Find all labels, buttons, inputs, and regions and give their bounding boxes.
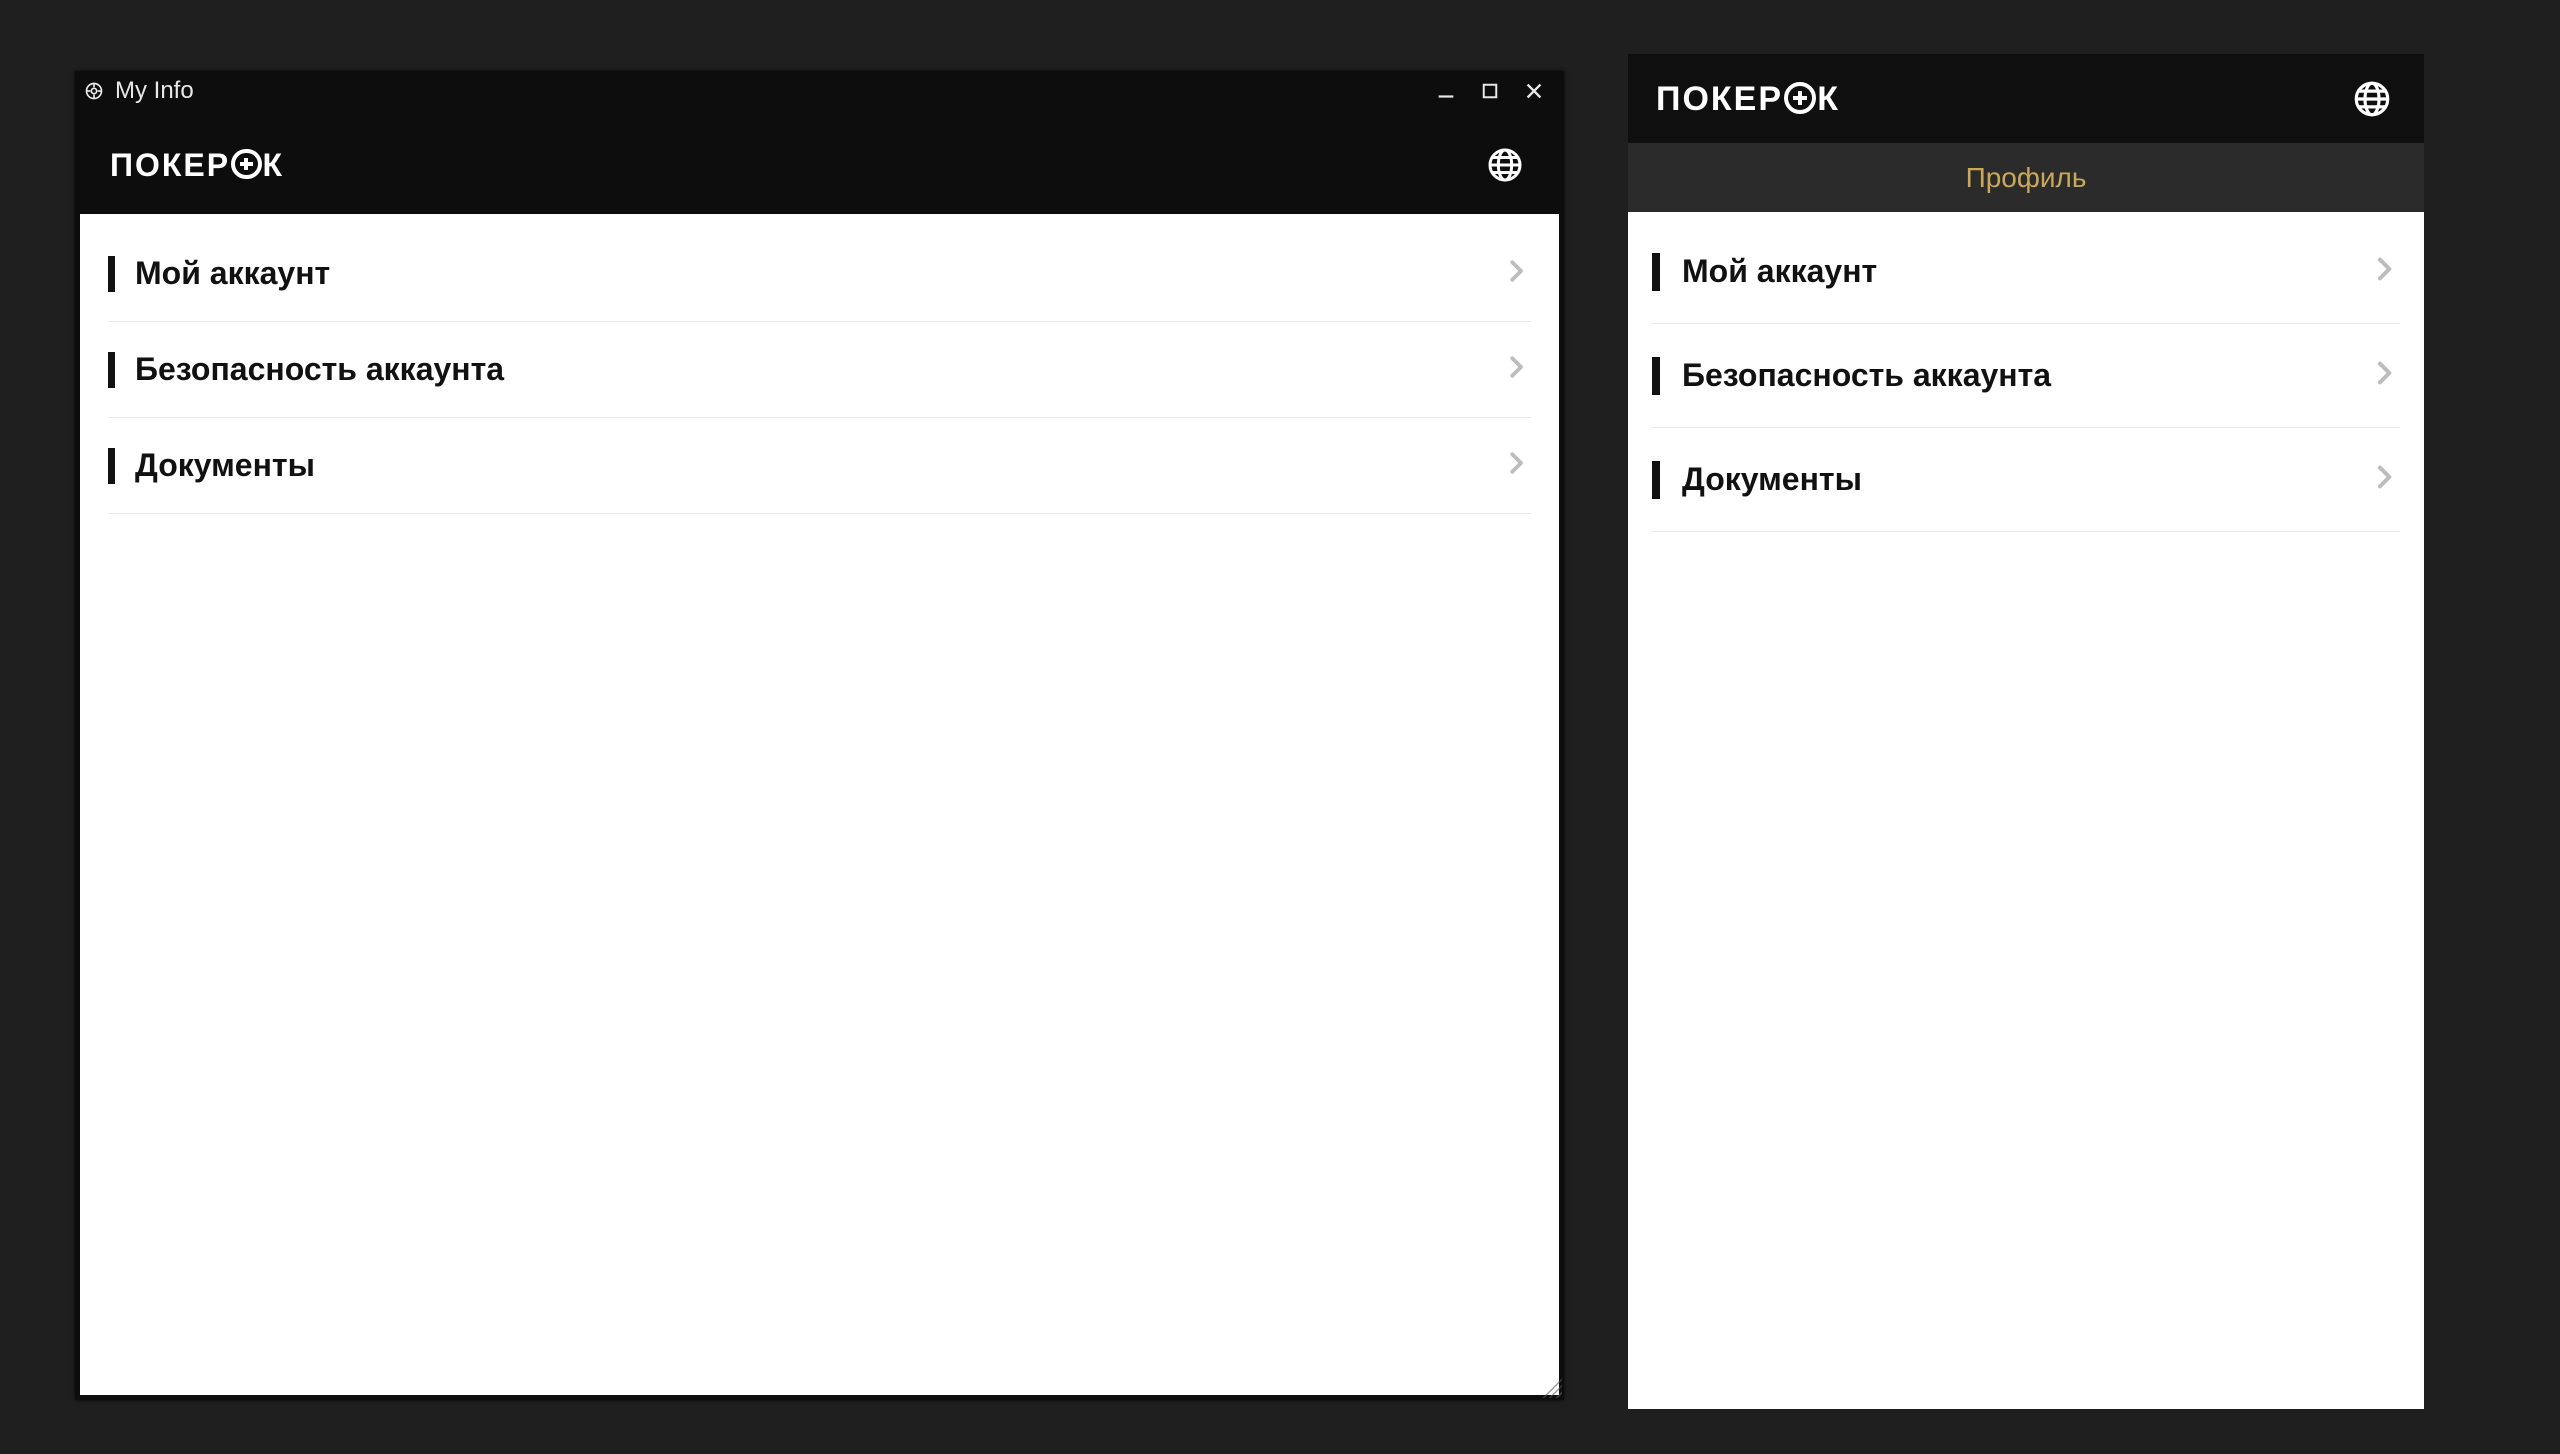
globe-icon	[1485, 145, 1525, 185]
chevron-right-icon	[2368, 461, 2400, 498]
accent-bar-icon	[1652, 253, 1660, 291]
brand-logo-o-icon	[231, 149, 261, 179]
window-close-button[interactable]	[1512, 71, 1556, 110]
menu-item-documents[interactable]: Документы	[108, 418, 1531, 514]
chevron-right-icon	[1501, 352, 1531, 387]
menu-item-label: Безопасность аккаунта	[1682, 357, 2368, 394]
resize-grip[interactable]	[1540, 1376, 1562, 1398]
mobile-brand-bar: ПОКЕР К	[1628, 54, 2424, 143]
mobile-content-area: Мой аккаунт Безопасность аккаунта Докуме…	[1628, 212, 2424, 1409]
menu-item-account-security[interactable]: Безопасность аккаунта	[108, 322, 1531, 418]
chevron-right-icon	[1501, 448, 1531, 483]
menu-item-label: Мой аккаунт	[1682, 253, 2368, 290]
chevron-right-icon	[2368, 357, 2400, 394]
accent-bar-icon	[1652, 357, 1660, 395]
brand-bar: ПОКЕР К	[80, 115, 1559, 214]
brand-logo-o-icon	[1784, 82, 1816, 114]
minimize-icon	[1435, 80, 1457, 102]
mobile-menu-item-my-account[interactable]: Мой аккаунт	[1652, 220, 2400, 324]
mobile-brand-logo: ПОКЕР К	[1656, 82, 1840, 116]
window-titlebar[interactable]: My Info	[75, 71, 1564, 110]
menu-item-label: Мой аккаунт	[135, 255, 1501, 292]
window-body: ПОКЕР К Мой аккаунт	[75, 110, 1564, 1400]
mobile-menu-item-account-security[interactable]: Безопасность аккаунта	[1652, 324, 2400, 428]
mobile-menu-item-documents[interactable]: Документы	[1652, 428, 2400, 532]
mobile-panel: ПОКЕР К Профиль Мой аккаунт	[1628, 54, 2424, 1409]
close-icon	[1523, 80, 1545, 102]
chevron-right-icon	[2368, 253, 2400, 290]
accent-bar-icon	[108, 448, 115, 484]
brand-text-right: К	[1817, 82, 1840, 116]
menu-item-label: Безопасность аккаунта	[135, 351, 1501, 388]
app-icon	[83, 80, 105, 102]
menu-item-my-account[interactable]: Мой аккаунт	[108, 226, 1531, 322]
menu-item-label: Документы	[135, 447, 1501, 484]
mobile-language-button[interactable]	[2348, 75, 2396, 123]
maximize-icon	[1480, 81, 1500, 101]
window-maximize-button[interactable]	[1468, 71, 1512, 110]
content-area: Мой аккаунт Безопасность аккаунта Докуме…	[80, 214, 1559, 1395]
menu-item-label: Документы	[1682, 461, 2368, 498]
accent-bar-icon	[1652, 461, 1660, 499]
language-button[interactable]	[1481, 141, 1529, 189]
brand-text-left: ПОКЕР	[110, 149, 230, 181]
brand-text-right: К	[263, 149, 285, 181]
mobile-tab-label: Профиль	[1966, 162, 2087, 194]
window-title: My Info	[115, 77, 194, 105]
desktop-window: My Info ПОКЕР К	[75, 71, 1564, 1400]
accent-bar-icon	[108, 256, 115, 292]
mobile-tab-profile[interactable]: Профиль	[1628, 143, 2424, 212]
window-minimize-button[interactable]	[1424, 71, 1468, 110]
chevron-right-icon	[1501, 256, 1531, 291]
accent-bar-icon	[108, 352, 115, 388]
globe-icon	[2351, 78, 2393, 120]
brand-text-left: ПОКЕР	[1656, 82, 1783, 116]
brand-logo: ПОКЕР К	[110, 149, 284, 181]
